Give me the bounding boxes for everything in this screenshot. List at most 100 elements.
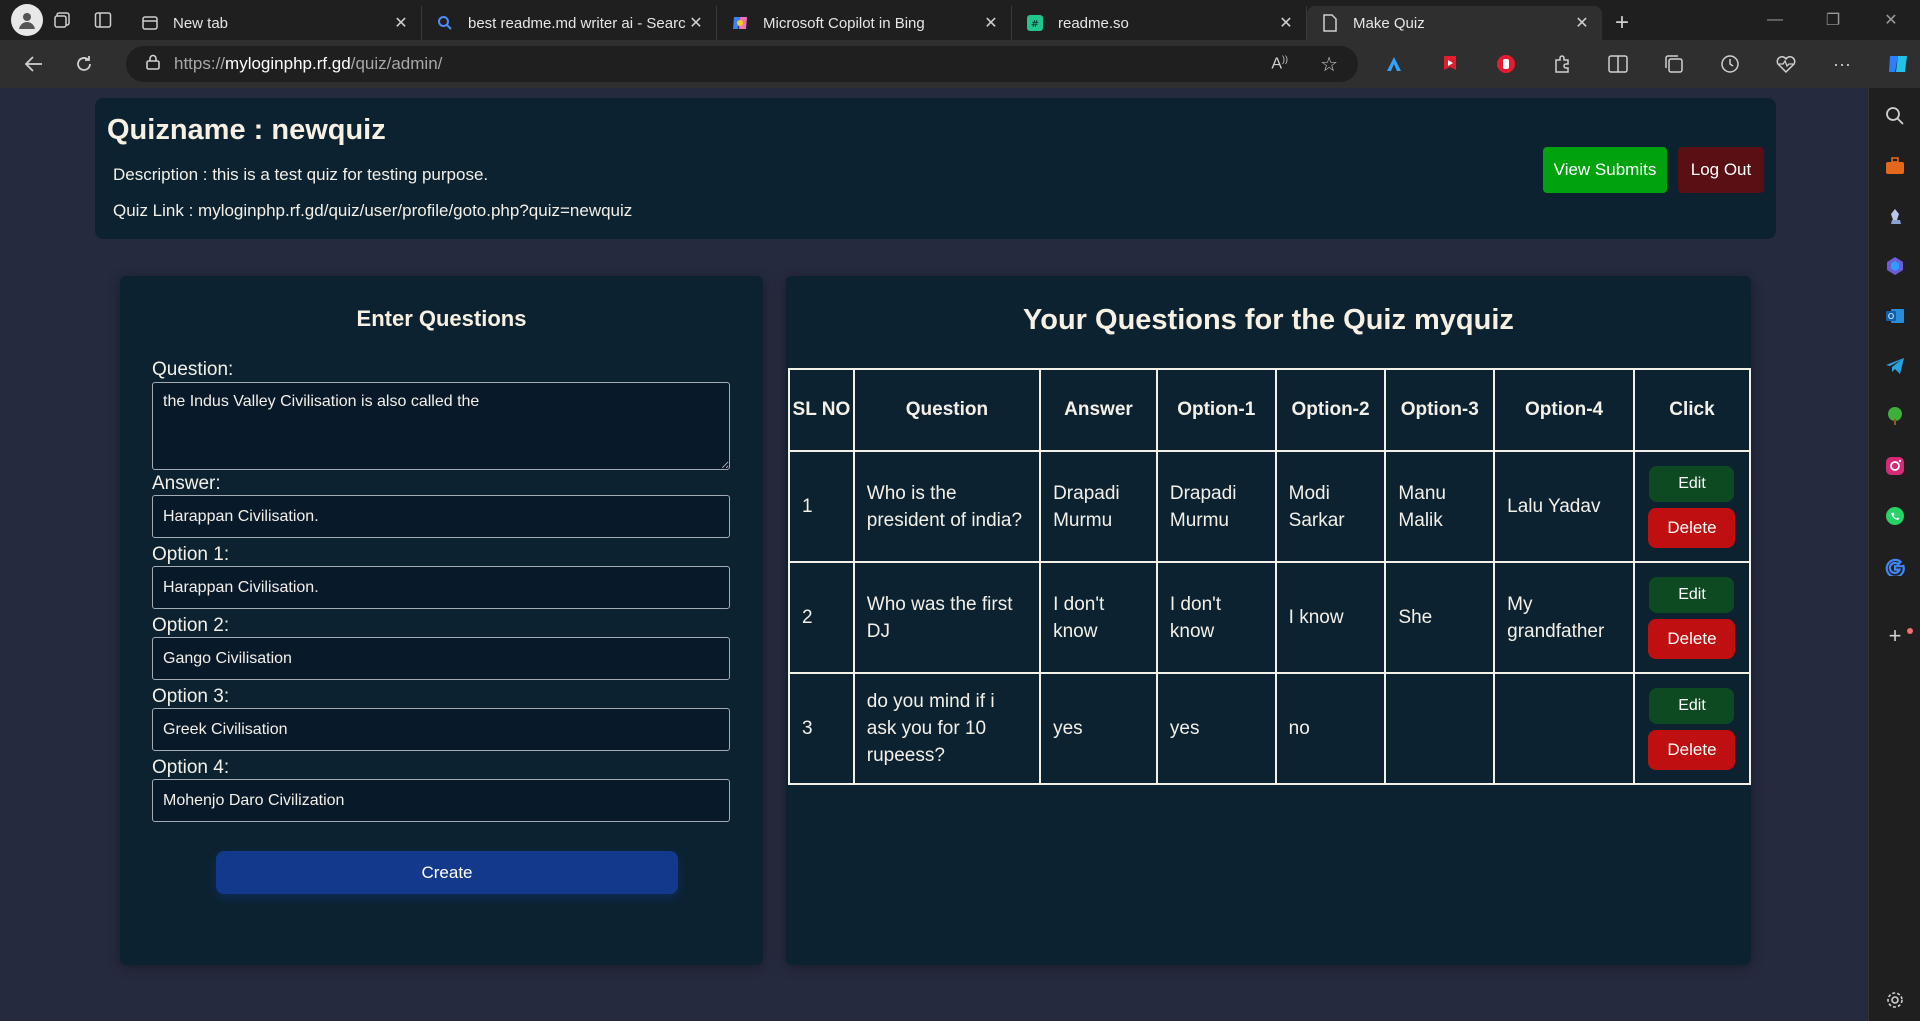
option2-input[interactable]	[152, 637, 730, 680]
url-prefix: https://	[174, 54, 226, 73]
tab-readme[interactable]: # readme.so ✕	[1012, 6, 1307, 40]
whatsapp-icon[interactable]	[1883, 504, 1907, 528]
quiz-description: Description : this is a test quiz for te…	[113, 165, 489, 184]
questions-title: Your Questions for the Quiz myquiz	[1023, 304, 1514, 336]
search-icon[interactable]	[1883, 104, 1907, 128]
option3-label: Option 3:	[152, 686, 230, 707]
cell-option-4: My grandfather	[1493, 561, 1635, 674]
delete-button[interactable]: Delete	[1648, 618, 1736, 659]
answer-input[interactable]	[152, 495, 730, 538]
edit-button[interactable]: Edit	[1649, 687, 1735, 724]
back-arrow-icon[interactable]	[14, 44, 54, 84]
page-content: Quizname : newquiz Description : this is…	[6, 88, 1866, 1021]
close-icon[interactable]: ✕	[686, 13, 706, 33]
delete-button[interactable]: Delete	[1648, 507, 1736, 548]
profile-avatar-icon[interactable]	[11, 4, 43, 36]
enter-questions-title: Enter Questions	[356, 306, 527, 331]
collections-icon[interactable]	[1646, 46, 1702, 82]
cell-sl: 1	[788, 450, 855, 563]
delete-button[interactable]: Delete	[1648, 729, 1736, 770]
window-close-icon[interactable]: ✕	[1862, 0, 1920, 40]
header-option-1: Option-1	[1155, 368, 1277, 452]
cell-question: Who is the president of india?	[852, 450, 1042, 563]
tab-title: readme.so	[1058, 14, 1129, 32]
copilot-sidebar-icon[interactable]	[1883, 254, 1907, 278]
header-click: Click	[1632, 368, 1752, 452]
edit-button[interactable]: Edit	[1649, 465, 1735, 502]
questions-card: Your Questions for the Quiz myquiz SL NO…	[786, 276, 1752, 965]
favorite-star-icon[interactable]: ☆	[1320, 52, 1338, 77]
close-icon[interactable]: ✕	[391, 13, 411, 33]
history-icon[interactable]	[1702, 46, 1758, 82]
instagram-icon[interactable]	[1883, 454, 1907, 478]
browser-essentials-icon[interactable]	[1758, 46, 1814, 82]
cell-option-2: I know	[1274, 561, 1387, 674]
settings-gear-icon[interactable]	[1883, 988, 1907, 1012]
more-options-icon[interactable]: ···	[1814, 46, 1870, 82]
cell-option-1: Drapadi Murmu	[1155, 450, 1277, 563]
send-telegram-icon[interactable]	[1883, 354, 1907, 378]
header-option-4: Option-4	[1493, 368, 1635, 452]
header-sl-no: SL NO	[788, 368, 855, 452]
close-icon[interactable]: ✕	[1572, 13, 1592, 33]
refresh-icon[interactable]	[64, 44, 104, 84]
option3-input[interactable]	[152, 708, 730, 751]
adblock-extension-icon[interactable]	[1478, 46, 1534, 82]
question-textarea[interactable]: the Indus Valley Civilisation is also ca…	[152, 382, 730, 470]
cell-option-1: I don't know	[1155, 561, 1277, 674]
table-row: 2 Who was the first DJ I don't know I do…	[788, 561, 1752, 674]
new-tab-plus-icon[interactable]: +	[1602, 6, 1642, 40]
cell-answer: Drapadi Murmu	[1039, 450, 1158, 563]
option4-input[interactable]	[152, 779, 730, 822]
search-icon	[436, 14, 454, 32]
svg-text:O: O	[1888, 312, 1894, 321]
cell-option-1: yes	[1155, 672, 1277, 785]
header-question: Question	[852, 368, 1042, 452]
tab-make-quiz[interactable]: Make Quiz ✕	[1307, 6, 1602, 40]
view-submits-button[interactable]: View Submits	[1543, 147, 1667, 193]
add-sidebar-app-icon[interactable]: +	[1883, 623, 1907, 648]
table-header-row: SL NO Question Answer Option-1 Option-2 …	[788, 368, 1752, 452]
tab-search[interactable]: best readme.md writer ai - Search ✕	[422, 6, 717, 40]
browser-tab-bar: New tab ✕ best readme.md writer ai - Sea…	[0, 0, 1920, 40]
quiz-link: Quiz Link : myloginphp.rf.gd/quiz/user/p…	[113, 201, 633, 220]
create-button[interactable]: Create	[216, 851, 678, 894]
cell-sl: 3	[788, 672, 855, 785]
tab-new-tab[interactable]: New tab ✕	[127, 6, 422, 40]
lock-icon	[146, 54, 160, 75]
option2-label: Option 2:	[152, 615, 230, 636]
cell-option-4: Lalu Yadav	[1493, 450, 1635, 563]
restore-icon[interactable]: ❐	[1804, 0, 1862, 40]
games-chess-icon[interactable]	[1883, 204, 1907, 228]
cell-option-3: Manu Malik	[1384, 450, 1496, 563]
extensions-puzzle-icon[interactable]	[1534, 46, 1590, 82]
outlook-icon[interactable]: O	[1883, 304, 1907, 328]
tree-icon[interactable]	[1883, 404, 1907, 428]
vertical-tabs-icon[interactable]	[83, 0, 123, 40]
close-icon[interactable]: ✕	[981, 13, 1001, 33]
cell-actions: Edit Delete	[1632, 450, 1752, 563]
logout-button[interactable]: Log Out	[1678, 147, 1764, 193]
cell-sl: 2	[788, 561, 855, 674]
copilot-button-icon[interactable]	[1870, 46, 1920, 82]
tab-copilot[interactable]: Microsoft Copilot in Bing ✕	[717, 6, 1012, 40]
youtube-extension-icon[interactable]	[1422, 46, 1478, 82]
workspaces-icon[interactable]	[43, 0, 83, 40]
table-row: 3 do you mind if i ask you for 10 rupees…	[788, 672, 1752, 785]
edit-button[interactable]: Edit	[1649, 576, 1735, 613]
read-aloud-icon[interactable]: A))	[1271, 54, 1288, 73]
tab-title: Make Quiz	[1353, 14, 1425, 32]
cell-option-2: no	[1274, 672, 1387, 785]
google-icon[interactable]	[1883, 554, 1907, 578]
split-screen-icon[interactable]	[1590, 46, 1646, 82]
tools-briefcase-icon[interactable]	[1883, 154, 1907, 178]
minimize-icon[interactable]: —	[1746, 0, 1804, 40]
option1-input[interactable]	[152, 566, 730, 609]
tab-title: best readme.md writer ai - Search	[468, 14, 686, 32]
close-icon[interactable]: ✕	[1276, 13, 1296, 33]
extension-a-icon[interactable]	[1366, 46, 1422, 82]
url-field[interactable]: https://myloginphp.rf.gd/quiz/admin/ A))…	[126, 46, 1358, 82]
cell-answer: I don't know	[1039, 561, 1158, 674]
answer-label: Answer:	[152, 473, 221, 494]
cell-actions: Edit Delete	[1632, 561, 1752, 674]
